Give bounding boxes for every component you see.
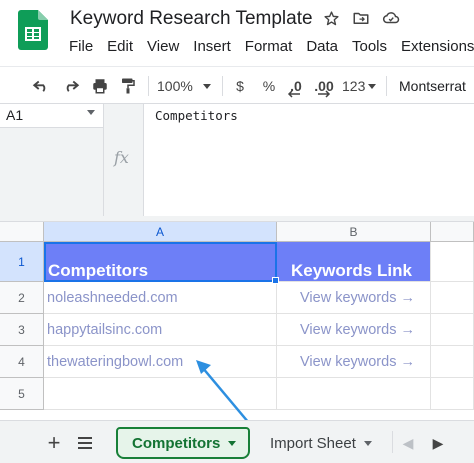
toolbar-divider: [386, 76, 387, 96]
chevron-down-icon: [87, 110, 95, 115]
move-to-folder-icon[interactable]: [352, 9, 370, 27]
menu-bar: File Edit View Insert Format Data Tools …: [69, 38, 474, 55]
competitor-cell[interactable]: noleashneeded.com: [44, 282, 277, 314]
empty-cell[interactable]: [431, 314, 474, 346]
toolbar-divider: [148, 76, 149, 96]
chevron-down-icon: [363, 440, 372, 446]
print-icon[interactable]: [89, 75, 111, 97]
menu-insert[interactable]: Insert: [193, 38, 231, 55]
sheets-logo-icon[interactable]: [18, 10, 48, 50]
scroll-right-icon[interactable]: ▶: [426, 431, 450, 455]
competitor-cell[interactable]: happytailsinc.com: [44, 314, 277, 346]
empty-cell[interactable]: [277, 378, 431, 410]
currency-format-button[interactable]: $: [230, 75, 250, 97]
arrow-left-icon: [287, 90, 300, 98]
scroll-left-icon[interactable]: ◀: [396, 431, 420, 455]
column-header-empty[interactable]: [431, 222, 474, 242]
zoom-value: 100%: [157, 78, 193, 94]
font-family-select[interactable]: Montserrat: [399, 75, 474, 97]
sheet-tab-competitors[interactable]: Competitors: [116, 427, 250, 459]
percent-format-button[interactable]: %: [258, 75, 280, 97]
number-format-label: 123: [342, 78, 366, 94]
row-header-4[interactable]: 4: [0, 346, 44, 378]
sheet-tab-import-sheet[interactable]: Import Sheet: [258, 427, 388, 459]
zoom-select[interactable]: 100%: [157, 75, 217, 97]
name-box[interactable]: A1: [0, 104, 104, 128]
name-box-value: A1: [6, 107, 24, 123]
all-sheets-icon[interactable]: [73, 431, 97, 455]
select-all-corner[interactable]: [0, 222, 44, 242]
document-title[interactable]: Keyword Research Template: [70, 8, 313, 30]
selected-cell-outline: [44, 242, 277, 282]
empty-cell[interactable]: [431, 346, 474, 378]
arrow-right-icon: [318, 90, 331, 98]
chevron-down-icon: [202, 83, 211, 89]
menu-extensions[interactable]: Extensions: [401, 38, 474, 55]
fx-icon: fx: [114, 148, 129, 167]
empty-cell[interactable]: [431, 378, 474, 410]
tabs-divider: [392, 431, 393, 453]
undo-icon[interactable]: [30, 75, 52, 97]
name-box-area: [0, 128, 104, 216]
chevron-down-icon: [228, 440, 237, 446]
number-format-select[interactable]: 123: [342, 75, 378, 97]
view-keywords-link[interactable]: View keywords →: [277, 282, 431, 314]
cloud-status-icon[interactable]: [382, 9, 400, 27]
toolbar: 100% $ % .0 .00 123 Montserrat: [0, 66, 474, 104]
fx-panel: fx: [104, 104, 144, 216]
column-header-b[interactable]: B: [277, 222, 431, 242]
menu-file[interactable]: File: [69, 38, 93, 55]
toolbar-divider: [222, 76, 223, 96]
empty-cell[interactable]: [431, 282, 474, 314]
view-keywords-link[interactable]: View keywords →: [277, 314, 431, 346]
add-sheet-icon[interactable]: +: [42, 430, 66, 455]
title-bar: Keyword Research Template File Edit View…: [0, 0, 474, 64]
menu-view[interactable]: View: [147, 38, 179, 55]
row-header-1[interactable]: 1: [0, 242, 44, 282]
menu-tools[interactable]: Tools: [352, 38, 387, 55]
menu-edit[interactable]: Edit: [107, 38, 133, 55]
row-header-5[interactable]: 5: [0, 378, 44, 410]
paint-format-icon[interactable]: [117, 75, 139, 97]
decrease-decimal-button[interactable]: .0: [285, 75, 307, 98]
menu-format[interactable]: Format: [245, 38, 293, 55]
redo-icon[interactable]: [60, 75, 82, 97]
star-icon[interactable]: [322, 9, 340, 27]
menu-data[interactable]: Data: [306, 38, 338, 55]
fill-handle[interactable]: [272, 277, 279, 284]
empty-cell[interactable]: [431, 242, 474, 282]
chevron-down-icon: [368, 83, 377, 89]
column-header-a[interactable]: A: [44, 222, 277, 242]
sheet-tab-label: Import Sheet: [270, 434, 356, 452]
view-keywords-link[interactable]: View keywords →: [277, 346, 431, 378]
row-header-3[interactable]: 3: [0, 314, 44, 346]
sheet-tabs-bar: + Competitors Import Sheet ◀ ▶: [0, 420, 474, 463]
increase-decimal-button[interactable]: .00: [311, 75, 337, 98]
header-cell-keywords-link[interactable]: Keywords Link: [277, 242, 431, 282]
formula-input[interactable]: Competitors: [155, 108, 238, 123]
sheet-tab-label: Competitors: [132, 434, 221, 452]
row-header-2[interactable]: 2: [0, 282, 44, 314]
